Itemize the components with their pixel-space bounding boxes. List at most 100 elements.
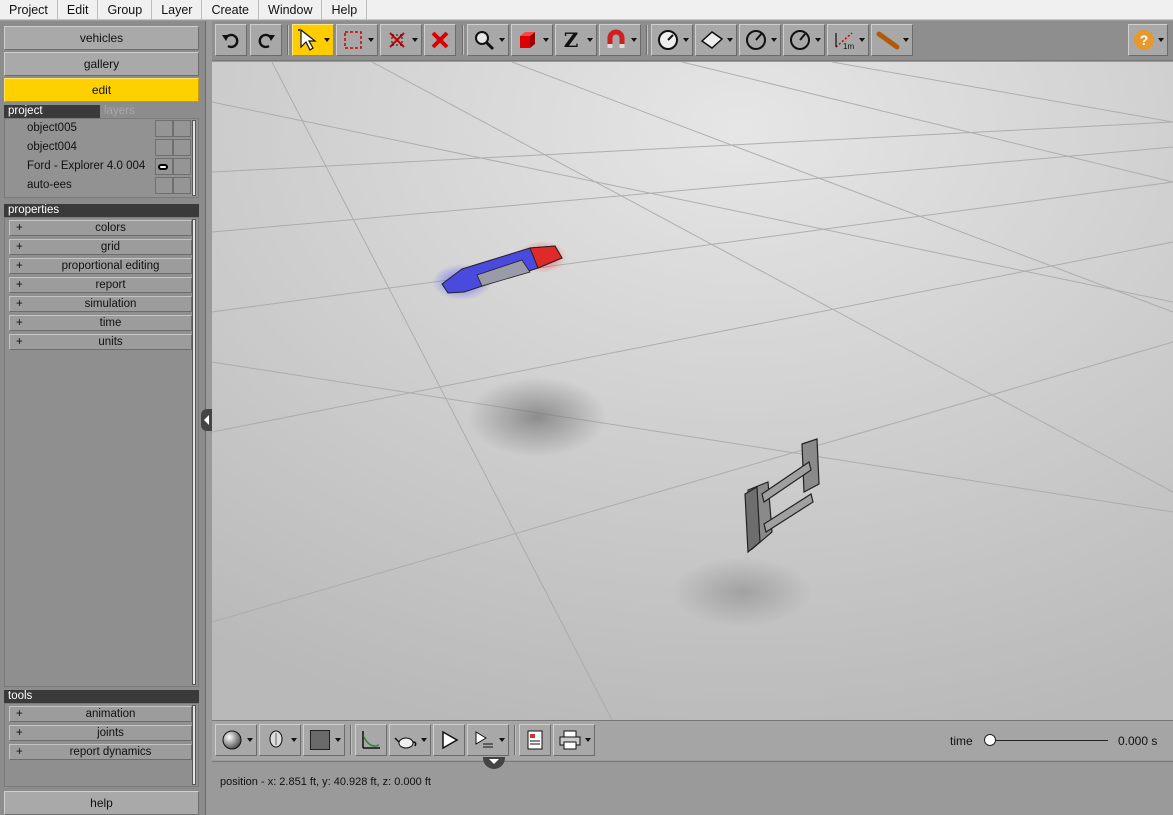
collapse-panel-handle[interactable] (201, 409, 212, 431)
gallery-button[interactable]: gallery (4, 52, 199, 76)
visibility-toggle[interactable] (155, 120, 173, 137)
menu-edit[interactable]: Edit (58, 0, 99, 20)
tool-label: animation (85, 708, 136, 720)
visibility-toggle[interactable] (155, 158, 173, 175)
properties-scrollbar[interactable] (192, 219, 196, 685)
property-label: report (95, 279, 126, 291)
project-item-object005[interactable]: object005 (5, 119, 191, 138)
angle-button-2[interactable] (783, 24, 825, 56)
play-list-icon (475, 731, 493, 748)
time-value: 0.000 s (1118, 734, 1158, 748)
menu-help[interactable]: Help (322, 0, 368, 20)
property-report[interactable]: + report (9, 277, 192, 293)
expand-icon: + (16, 298, 23, 310)
project-item-auto-ees[interactable]: auto-ees (5, 176, 191, 195)
angle-icon (746, 30, 766, 50)
property-colors[interactable]: + colors (9, 220, 192, 236)
time-slider-thumb[interactable] (984, 734, 996, 746)
zoom-button[interactable] (467, 24, 509, 56)
z-axis-button[interactable]: Z (555, 24, 597, 56)
menu-group[interactable]: Group (98, 0, 153, 20)
graph-button[interactable] (355, 724, 387, 756)
edit-button[interactable]: edit (4, 78, 199, 102)
visibility-toggle[interactable] (155, 139, 173, 156)
property-time[interactable]: + time (9, 315, 192, 331)
help-icon: ? (1134, 30, 1154, 50)
menu-window[interactable]: Window (259, 0, 323, 20)
printer-icon (559, 730, 581, 750)
expand-icon: + (16, 317, 23, 329)
project-list: object005 object004 Ford - Explorer 4.0 … (4, 118, 199, 198)
project-item-name: auto-ees (27, 179, 72, 191)
tool-joints[interactable]: + joints (9, 725, 192, 741)
lock-toggle[interactable] (173, 158, 191, 175)
lock-toggle[interactable] (173, 120, 191, 137)
project-item-name: object004 (27, 141, 77, 153)
menu-layer[interactable]: Layer (152, 0, 203, 20)
report-button[interactable] (519, 724, 551, 756)
magnet-icon (607, 29, 625, 48)
property-label: proportional editing (61, 260, 160, 272)
magnet-button[interactable] (599, 24, 641, 56)
cut-tool-button[interactable] (380, 24, 422, 56)
angle-button[interactable] (739, 24, 781, 56)
selection-box-button[interactable] (336, 24, 378, 56)
expand-icon: + (16, 260, 23, 272)
expand-icon: + (16, 727, 23, 739)
eye-icon (158, 164, 168, 170)
object-button[interactable] (511, 24, 553, 56)
visibility-toggle[interactable] (155, 177, 173, 194)
project-item-object004[interactable]: object004 (5, 138, 191, 157)
help-button[interactable]: help (4, 791, 199, 815)
tab-project[interactable]: project (4, 105, 100, 118)
property-proportional-editing[interactable]: + proportional editing (9, 258, 192, 274)
tool-animation[interactable]: + animation (9, 706, 192, 722)
sphere-icon (222, 730, 242, 750)
select-tool-button[interactable] (292, 24, 334, 56)
property-simulation[interactable]: + simulation (9, 296, 192, 312)
property-label: time (99, 317, 122, 329)
project-list-scrollbar[interactable] (192, 120, 196, 196)
redo-button[interactable] (250, 24, 282, 56)
3d-viewport[interactable] (212, 62, 1173, 720)
menu-project[interactable]: Project (0, 0, 58, 20)
tool-label: joints (97, 727, 124, 739)
color-swatch-icon (310, 730, 330, 750)
help-menu-button[interactable]: ? (1128, 24, 1168, 56)
render-sphere-button[interactable] (215, 724, 257, 756)
property-label: colors (95, 222, 126, 234)
background-color-button[interactable] (303, 724, 345, 756)
expand-icon: + (16, 746, 23, 758)
top-toolbar: Z 1m ? (212, 21, 1173, 61)
angle-icon (790, 30, 810, 50)
z-axis-icon: Z (563, 28, 579, 52)
scissor-icon (389, 32, 405, 48)
playback-options-button[interactable] (467, 724, 509, 756)
undo-button[interactable] (215, 24, 247, 56)
tool-report-dynamics[interactable]: + report dynamics (9, 744, 192, 760)
menu-bar: Project Edit Group Layer Create Window H… (0, 0, 1173, 20)
properties-panel: + colors + grid + proportional editing + rep… (4, 217, 199, 687)
tools-scrollbar[interactable] (192, 705, 196, 785)
head-view-button[interactable] (259, 724, 301, 756)
gauge-button[interactable] (651, 24, 693, 56)
distance-measure-icon: 1m (835, 32, 854, 51)
menu-create[interactable]: Create (202, 0, 260, 20)
time-slider-track[interactable] (990, 740, 1108, 741)
print-button[interactable] (553, 724, 595, 756)
project-item-ford-explorer[interactable]: Ford - Explorer 4.0 004 (5, 157, 191, 176)
tab-layers[interactable]: layers (100, 105, 196, 118)
gauge-icon (658, 30, 678, 50)
vehicles-button[interactable]: vehicles (4, 26, 199, 50)
lock-toggle[interactable] (173, 139, 191, 156)
teapot-button[interactable] (389, 724, 431, 756)
surface-button[interactable] (695, 24, 737, 56)
delete-button[interactable] (424, 24, 456, 56)
property-units[interactable]: + units (9, 334, 192, 350)
bat-tool-button[interactable] (871, 24, 913, 56)
distance-measure-button[interactable]: 1m (827, 24, 869, 56)
property-grid[interactable]: + grid (9, 239, 192, 255)
play-button[interactable] (433, 724, 465, 756)
selection-box-icon (344, 31, 362, 49)
lock-toggle[interactable] (173, 177, 191, 194)
